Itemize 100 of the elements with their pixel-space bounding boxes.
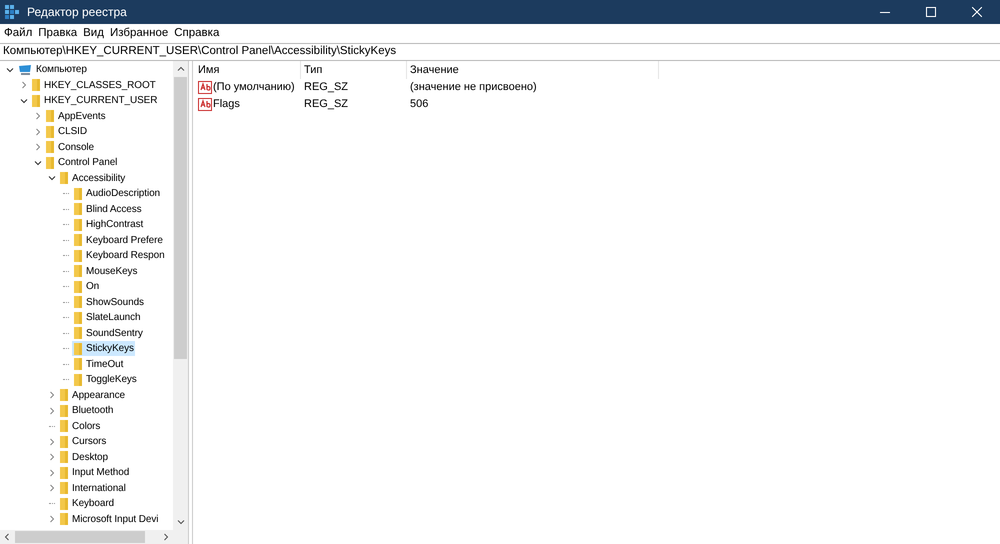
tree-item-label: Colors (72, 420, 100, 434)
scroll-thumb[interactable] (174, 77, 187, 359)
tree-item-label: AudioDescription (86, 187, 160, 202)
tree-item[interactable]: ToggleKeys (72, 372, 138, 388)
tree-line (63, 379, 69, 380)
tree-item[interactable]: SoundSentry (72, 326, 144, 341)
menu-item[interactable]: Правка (35, 24, 80, 42)
tree-item-label: CLSID (58, 125, 87, 140)
tree-line (63, 208, 69, 210)
tree-line (63, 317, 69, 318)
tree-line (63, 255, 69, 256)
tree-item[interactable]: Console (44, 140, 95, 155)
folder-icon (46, 156, 54, 169)
chevron-right-icon[interactable] (34, 112, 42, 120)
tree-item-label: ShowSounds (86, 296, 144, 310)
folder-icon (60, 436, 68, 448)
horizontal-scrollbar[interactable] (0, 530, 188, 544)
folder-icon (60, 513, 68, 526)
tree-line (49, 503, 55, 504)
tree-item-label: Bluetooth (72, 404, 114, 418)
table-cell-text: REG_SZ (303, 97, 350, 112)
tree-item[interactable]: Компьютер (16, 62, 88, 78)
chevron-right-icon[interactable] (34, 143, 42, 152)
scroll-up-icon[interactable] (176, 65, 184, 73)
folder-icon (74, 342, 82, 355)
tree-item[interactable]: Desktop (58, 450, 109, 465)
chevron-right-icon[interactable] (48, 391, 56, 400)
tree-item[interactable]: SlateLaunch (72, 310, 142, 326)
chevron-right-icon[interactable] (48, 515, 56, 524)
chevron-right-icon[interactable] (48, 438, 56, 446)
menu-item[interactable]: Избранное (106, 24, 172, 42)
tree-item[interactable]: Control Panel (44, 155, 118, 170)
menu-item[interactable]: Вид (80, 24, 107, 42)
table-cell-text: REG_SZ (303, 80, 350, 96)
computer-icon (18, 64, 32, 76)
tree-item-label: HighContrast (86, 218, 144, 232)
column-header[interactable]: Имя (195, 61, 301, 79)
chevron-right-icon[interactable] (20, 81, 28, 90)
tree-line (63, 224, 69, 226)
tree-item-label: On (86, 280, 100, 294)
tree-item[interactable]: Microsoft Input Devi (58, 512, 160, 527)
tree-item-label: StickyKeys (86, 342, 134, 356)
tree-item-label: Accessibility (72, 172, 126, 186)
folder-icon (74, 218, 82, 231)
folder-icon (32, 79, 40, 92)
tree-item[interactable]: Appearance (58, 388, 126, 403)
chevron-right-icon[interactable] (48, 484, 56, 492)
folder-icon (74, 234, 82, 246)
folder-icon (60, 172, 68, 184)
tree-item[interactable]: AudioDescription (72, 186, 161, 202)
tree-line (63, 286, 69, 288)
tree-item[interactable]: On (72, 279, 100, 294)
chevron-right-icon[interactable] (48, 468, 56, 477)
scroll-thumb[interactable] (15, 531, 145, 543)
folder-icon (60, 498, 68, 510)
tree-item-label: HKEY_CURRENT_USER (44, 94, 158, 108)
tree-item[interactable]: HKEY_CLASSES_ROOT (30, 78, 157, 93)
tree-item[interactable]: Bluetooth (58, 403, 114, 418)
tree-item[interactable]: Keyboard Respon (72, 248, 166, 264)
tree-item[interactable]: Input Method (58, 465, 130, 480)
tree-item[interactable]: Blind Access (72, 202, 142, 217)
column-header[interactable]: Тип (301, 61, 407, 79)
close-icon (972, 7, 982, 17)
tree-item[interactable]: Colors (58, 418, 102, 434)
tree-item[interactable]: Accessibility (58, 170, 126, 186)
chevron-right-icon[interactable] (48, 453, 56, 462)
tree-line (63, 364, 69, 365)
tree-item[interactable]: StickyKeys (72, 341, 135, 356)
chevron-down-icon[interactable] (48, 174, 56, 182)
column-header[interactable]: Значение (407, 61, 659, 79)
tree-item[interactable]: HKEY_CURRENT_USER (30, 93, 158, 108)
string-value-icon (198, 81, 212, 94)
tree-item[interactable]: International (58, 480, 127, 496)
scroll-down-icon[interactable] (176, 518, 184, 526)
tree-item[interactable]: CLSID (44, 124, 88, 140)
tree-item[interactable]: MouseKeys (72, 264, 138, 279)
tree-item[interactable]: Keyboard Prefere (72, 232, 164, 248)
chevron-right-icon[interactable] (34, 128, 42, 136)
scroll-left-icon[interactable] (3, 533, 11, 541)
tree-item-label: Blind Access (86, 202, 142, 217)
scroll-right-icon[interactable] (162, 533, 170, 541)
tree-item-label: ToggleKeys (86, 373, 137, 388)
menu-item[interactable]: Справка (171, 24, 222, 42)
menu-item[interactable]: Файл (1, 24, 36, 42)
folder-icon (74, 188, 82, 200)
tree-item[interactable]: HighContrast (72, 217, 144, 232)
tree-item[interactable]: Keyboard (58, 496, 116, 512)
chevron-down-icon[interactable] (34, 158, 42, 167)
maximize-icon (926, 7, 936, 17)
address-bar[interactable]: Компьютер\HKEY_CURRENT_USER\Control Panel\Accessibility\StickyKeys (0, 43, 1000, 61)
tree-item[interactable]: AppEvents (44, 108, 106, 124)
chevron-right-icon[interactable] (48, 406, 56, 415)
chevron-down-icon[interactable] (6, 66, 14, 74)
chevron-down-icon[interactable] (20, 96, 28, 105)
tree-item[interactable]: ShowSounds (72, 294, 145, 310)
tree-item[interactable]: TimeOut (72, 356, 124, 372)
folder-icon (60, 389, 68, 402)
vertical-scrollbar[interactable] (173, 61, 188, 530)
tree-item[interactable]: Cursors (58, 434, 108, 450)
folder-icon (46, 110, 54, 122)
